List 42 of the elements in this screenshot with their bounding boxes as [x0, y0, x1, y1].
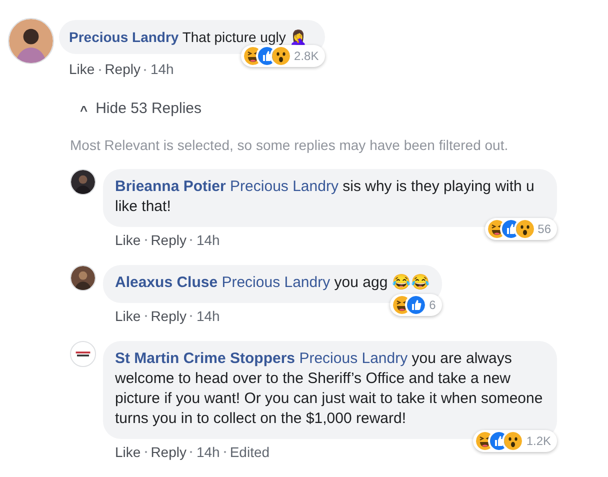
reaction-count: 1.2K	[526, 432, 551, 450]
surprised-face-icon	[516, 220, 534, 238]
comment-text: That picture ugly 🤦‍♀	[182, 29, 307, 45]
separator-dot-icon	[144, 239, 147, 241]
action-link[interactable]: Reply	[150, 306, 186, 326]
separator-dot-icon	[190, 239, 192, 241]
separator-dot-icon	[144, 68, 146, 70]
action-link[interactable]: Like	[115, 306, 141, 326]
reply-text: Brieanna Potier Precious Landry sis why is they playing with u like that!	[115, 178, 534, 214]
avatar[interactable]	[70, 340, 96, 366]
avatar[interactable]	[8, 18, 54, 64]
reaction-count: 56	[538, 220, 551, 238]
edited-label: Edited	[230, 442, 270, 462]
like-icon	[407, 296, 426, 314]
author-name[interactable]: Precious Landry	[69, 29, 179, 45]
hide-replies-button[interactable]: ^ Hide 53 Replies	[80, 98, 202, 120]
surprised-face-icon	[504, 432, 522, 450]
action-link[interactable]: Like	[115, 230, 141, 250]
action-link[interactable]: Reply	[150, 230, 186, 250]
timestamp[interactable]: 14h	[196, 442, 220, 462]
timestamp[interactable]: 14h	[150, 59, 174, 80]
surprised-face-icon	[272, 47, 290, 65]
timestamp[interactable]: 14h	[196, 230, 220, 250]
reply-text: St Martin Crime Stoppers Precious Landry you are always welcome to head over to the Sheriff’s Office and take a new picture if you want! Or you can just wait to take it when someone turns you in to collect on the $1,000 reward!	[115, 350, 543, 426]
avatar[interactable]	[70, 168, 96, 194]
caret-icon: ^	[80, 101, 88, 120]
separator-dot-icon	[224, 451, 226, 453]
separator-dot-icon	[144, 451, 147, 453]
reply-text: Aleaxus Cluse Precious Landry you agg 😂😂	[115, 274, 430, 290]
action-link[interactable]: Like	[115, 442, 141, 462]
timestamp[interactable]: 14h	[196, 306, 220, 326]
separator-dot-icon	[98, 68, 101, 70]
separator-dot-icon	[190, 451, 192, 453]
action-link[interactable]: Reply	[104, 59, 140, 80]
separator-dot-icon	[144, 315, 147, 317]
reaction-count: 2.8K	[294, 48, 319, 65]
action-link[interactable]: Reply	[150, 442, 186, 462]
action-link[interactable]: Like	[69, 59, 95, 80]
separator-dot-icon	[190, 315, 192, 317]
filter-notice: Most Relevant is selected, so some replies may have been filtered out.	[70, 136, 510, 155]
reaction-count: 6	[429, 296, 436, 314]
avatar[interactable]	[70, 264, 96, 290]
